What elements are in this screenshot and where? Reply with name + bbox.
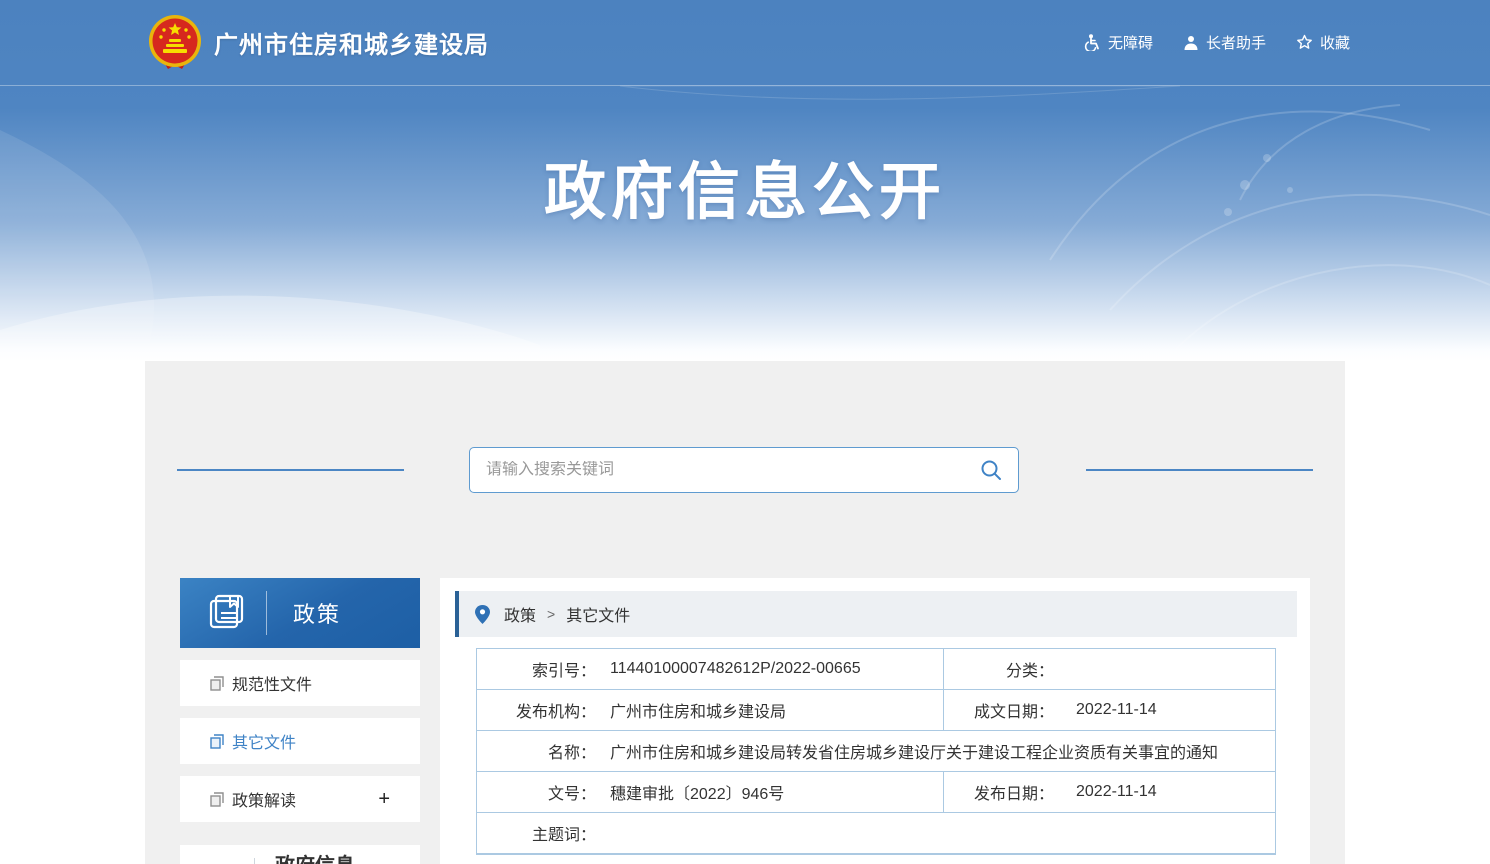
cell-issuing-agency: 发布机构： 广州市住房和城乡建设局 xyxy=(477,690,943,730)
search-box xyxy=(469,447,1019,493)
sidebar-item-label: 其它文件 xyxy=(232,729,296,753)
table-row: 发布机构： 广州市住房和城乡建设局 成文日期： 2022-11-14 xyxy=(477,690,1275,731)
sidebar-item-normative-documents[interactable]: 规范性文件 xyxy=(180,660,420,706)
brand: 广州市住房和城乡建设局 xyxy=(148,15,489,71)
sidebar-item-policy-interpretation[interactable]: 政策解读 + xyxy=(180,776,420,822)
breadcrumb-separator: > xyxy=(547,606,555,622)
field-label: 发布日期： xyxy=(944,780,1054,804)
table-row: 名称： 广州市住房和城乡建设局转发省住房城乡建设厅关于建设工程企业资质有关事宜的… xyxy=(477,731,1275,772)
field-label: 分类： xyxy=(944,657,1054,681)
nav-link-label: 收藏 xyxy=(1320,32,1350,53)
sidebar-item-label: 政策解读 xyxy=(232,787,296,811)
field-value: 广州市住房和城乡建设局转发省住房城乡建设厅关于建设工程企业资质有关事宜的通知 xyxy=(596,739,1218,763)
sidebar-item-label: 规范性文件 xyxy=(232,671,312,695)
cell-written-date: 成文日期： 2022-11-14 xyxy=(943,690,1275,730)
sidebar-item-other-documents[interactable]: 其它文件 xyxy=(180,718,420,764)
table-row: 主题词： xyxy=(477,813,1275,854)
cell-keywords: 主题词： xyxy=(477,813,1275,853)
cell-document-name: 名称： 广州市住房和城乡建设局转发省住房城乡建设厅关于建设工程企业资质有关事宜的… xyxy=(477,731,1275,771)
sidebar-section-title: 政策 xyxy=(293,597,341,629)
field-label: 发布机构： xyxy=(477,698,596,722)
table-row: 索引号： 11440100007482612P/2022-00665 分类： xyxy=(477,649,1275,690)
search-section xyxy=(145,361,1345,493)
elder-assistant-link[interactable]: 长者助手 xyxy=(1183,32,1266,53)
nav-links: 无障碍 长者助手 收藏 xyxy=(1084,32,1350,53)
field-label: 成文日期： xyxy=(944,698,1054,722)
accessibility-link[interactable]: 无障碍 xyxy=(1084,32,1153,53)
cell-category: 分类： xyxy=(943,649,1275,689)
wheelchair-icon xyxy=(1084,34,1101,51)
header-divider xyxy=(254,858,255,864)
cell-index-number: 索引号： 11440100007482612P/2022-00665 xyxy=(477,649,943,689)
field-value: 广州市住房和城乡建设局 xyxy=(596,698,786,722)
cell-document-number: 文号： 穗建审批〔2022〕946号 xyxy=(477,772,943,812)
detail-panel: 政策 > 其它文件 索引号： 11440100007482612P/2022-0… xyxy=(440,578,1310,864)
breadcrumb-item-current: 其它文件 xyxy=(566,602,630,626)
cell-publish-date: 发布日期： 2022-11-14 xyxy=(943,772,1275,812)
table-row: 文号： 穗建审批〔2022〕946号 发布日期： 2022-11-14 xyxy=(477,772,1275,813)
gray-panel: 政策 规范性文件 xyxy=(145,361,1345,864)
nav-link-label: 无障碍 xyxy=(1108,32,1153,53)
document-icon xyxy=(210,676,224,691)
field-label: 索引号： xyxy=(477,657,596,681)
site-title: 广州市住房和城乡建设局 xyxy=(214,25,489,60)
field-label: 文号： xyxy=(477,780,596,804)
field-value: 11440100007482612P/2022-00665 xyxy=(596,660,861,678)
field-value: 穗建审批〔2022〕946号 xyxy=(596,780,784,804)
sidebar-section-policy[interactable]: 政策 xyxy=(180,578,420,648)
national-emblem-icon xyxy=(148,15,202,71)
content-area: 政策 规范性文件 xyxy=(0,361,1490,864)
page-title: 政府信息公开 xyxy=(544,141,946,231)
hero-title-wrap: 政府信息公开 xyxy=(0,86,1490,286)
decorative-line-right xyxy=(1086,469,1313,471)
header-divider xyxy=(266,591,267,635)
field-value: 2022-11-14 xyxy=(1054,783,1157,801)
field-label: 主题词： xyxy=(477,821,596,845)
top-navbar: 广州市住房和城乡建设局 无障碍 长 xyxy=(0,0,1490,86)
star-icon xyxy=(1296,34,1313,51)
decorative-line-left xyxy=(177,469,404,471)
expand-plus-icon[interactable]: + xyxy=(378,789,390,809)
elder-person-icon xyxy=(1183,35,1199,51)
main-row: 政策 规范性文件 xyxy=(145,578,1345,864)
breadcrumb: 政策 > 其它文件 xyxy=(455,591,1297,637)
document-meta-table: 索引号： 11440100007482612P/2022-00665 分类： 发… xyxy=(476,648,1276,855)
page: 广州市住房和城乡建设局 无障碍 长 xyxy=(0,0,1490,864)
document-icon xyxy=(210,734,224,749)
nav-link-label: 长者助手 xyxy=(1206,32,1266,53)
favorite-link[interactable]: 收藏 xyxy=(1296,32,1350,53)
hero-banner: 广州市住房和城乡建设局 无障碍 长 xyxy=(0,0,1490,361)
search-icon[interactable] xyxy=(980,459,1002,481)
field-label: 名称： xyxy=(477,739,596,763)
sidebar: 政策 规范性文件 xyxy=(180,578,420,864)
breadcrumb-item-policy[interactable]: 政策 xyxy=(504,602,536,626)
search-input[interactable] xyxy=(486,461,980,479)
map-pin-icon xyxy=(475,605,490,624)
sidebar-section-gov-info[interactable]: 政府信息公开 xyxy=(180,845,420,864)
document-icon xyxy=(210,792,224,807)
sidebar-section-title: 政府信息公开 xyxy=(275,853,367,864)
book-icon xyxy=(204,591,248,635)
field-value: 2022-11-14 xyxy=(1054,701,1157,719)
